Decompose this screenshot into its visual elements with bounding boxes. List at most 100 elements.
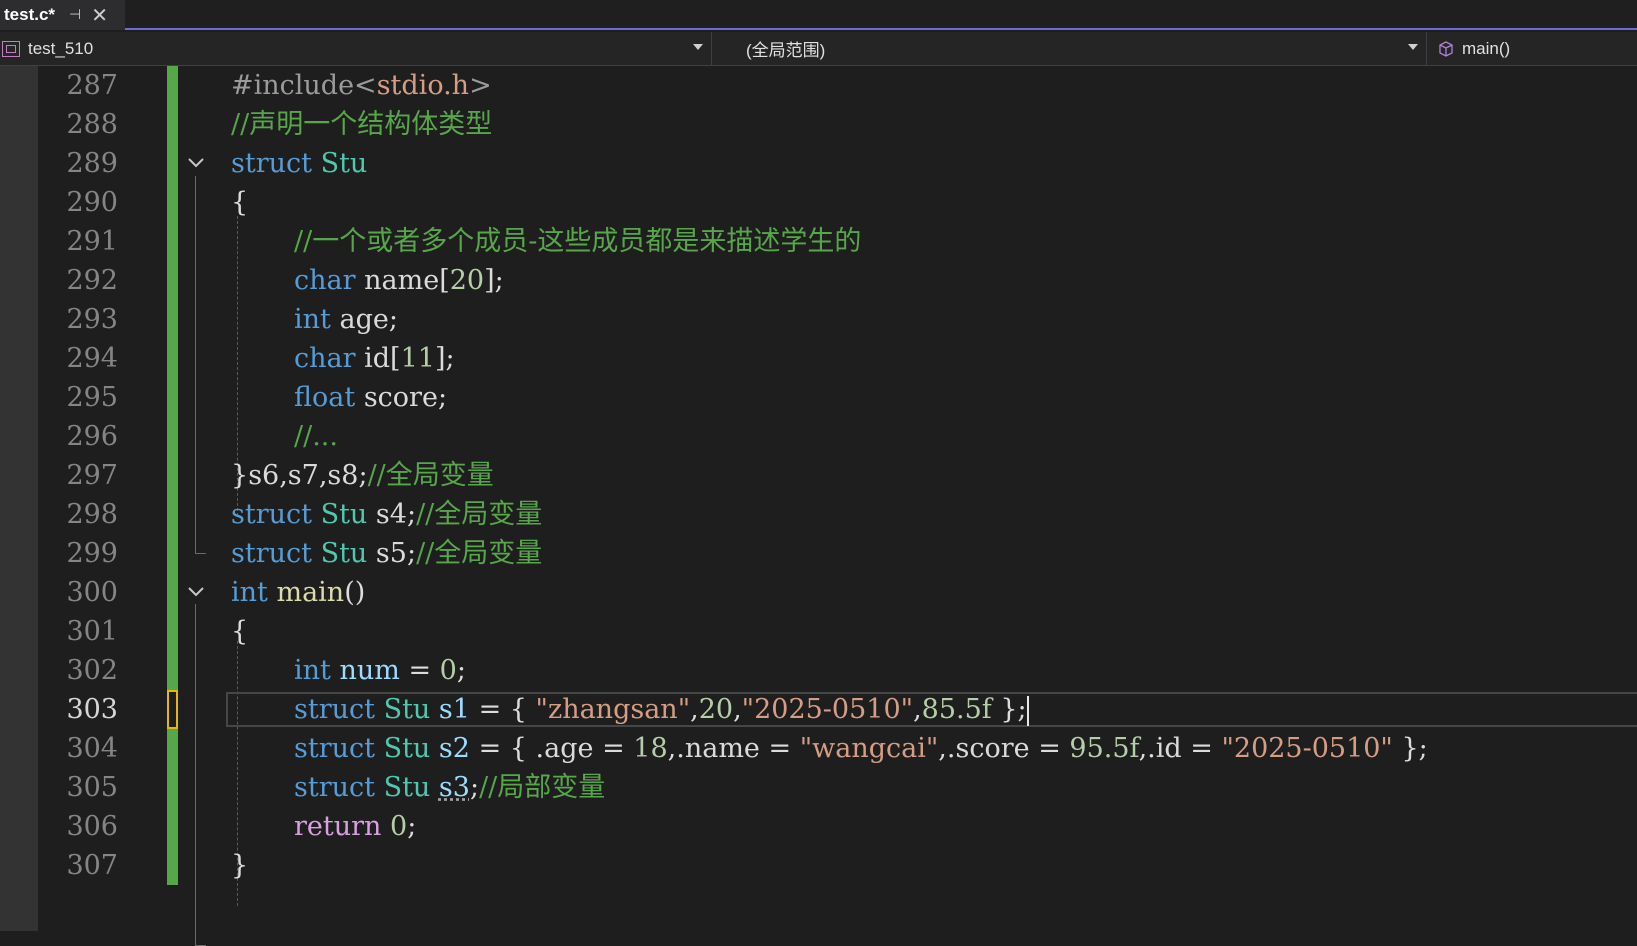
- code-text: float score;: [294, 378, 447, 417]
- code-line: 295 float score;: [0, 378, 1637, 417]
- line-number: 305: [38, 768, 118, 807]
- member-dropdown[interactable]: main(): [1428, 32, 1637, 65]
- code-line: 288 //声明一个结构体类型: [0, 105, 1637, 144]
- line-number: 287: [38, 66, 118, 105]
- function-cube-icon: [1438, 41, 1454, 57]
- project-dropdown[interactable]: test_510: [0, 32, 712, 65]
- close-tab-icon[interactable]: ✕: [91, 5, 108, 25]
- project-icon: [2, 41, 20, 57]
- change-marker: [167, 807, 178, 846]
- code-line: 301 {: [0, 612, 1637, 651]
- code-text: int num = 0;: [294, 651, 466, 690]
- code-line: 305 struct Stu s3;//局部变量: [0, 768, 1637, 807]
- code-text: {: [231, 183, 248, 222]
- line-number: 302: [38, 651, 118, 690]
- text-caret: [1027, 696, 1029, 726]
- code-text: return 0;: [294, 807, 416, 846]
- line-number: 297: [38, 456, 118, 495]
- code-line: 299 struct Stu s5;//全局变量: [0, 534, 1637, 573]
- code-comment: //一个或者多个成员-这些成员都是来描述学生的: [294, 222, 861, 261]
- code-comment: //声明一个结构体类型: [231, 105, 492, 144]
- code-line: 306 return 0;: [0, 807, 1637, 846]
- change-marker: [167, 651, 178, 690]
- code-line: 307 }: [0, 846, 1637, 885]
- line-number: 296: [38, 417, 118, 456]
- change-marker: [167, 534, 178, 573]
- project-name: test_510: [28, 39, 93, 59]
- change-marker: [167, 66, 178, 105]
- change-marker: [167, 729, 178, 768]
- tab-test-c[interactable]: test.c* ⊣ ✕: [0, 0, 125, 30]
- chevron-down-icon: [1408, 44, 1418, 50]
- collapse-chevron-icon[interactable]: [186, 153, 206, 173]
- change-marker: [167, 222, 178, 261]
- change-marker: [167, 846, 178, 885]
- code-line: 289 struct Stu: [0, 144, 1637, 183]
- code-text: char name[20];: [294, 261, 504, 300]
- code-text: struct Stu s1 = { "zhangsan",20,"2025-05…: [294, 690, 1029, 729]
- line-number: 299: [38, 534, 118, 573]
- code-line: 298 struct Stu s4;//全局变量: [0, 495, 1637, 534]
- change-marker: [167, 300, 178, 339]
- code-line: 293 int age;: [0, 300, 1637, 339]
- chevron-down-icon: [693, 44, 703, 50]
- tab-bar: test.c* ⊣ ✕: [0, 0, 1637, 30]
- code-text: struct Stu s5;//全局变量: [231, 534, 542, 573]
- code-line: 291 //一个或者多个成员-这些成员都是来描述学生的: [0, 222, 1637, 261]
- scope-name: (全局范围): [746, 36, 825, 61]
- change-marker: [167, 768, 178, 807]
- line-number: 298: [38, 495, 118, 534]
- change-marker: [167, 612, 178, 651]
- code-text: struct Stu s2 = { .age = 18,.name = "wan…: [294, 729, 1428, 768]
- line-number: 303: [38, 690, 118, 729]
- line-number: 290: [38, 183, 118, 222]
- code-text: {: [231, 612, 248, 651]
- current-code-line: 303 struct Stu s1 = { "zhangsan",20,"202…: [0, 690, 1637, 729]
- line-number: 294: [38, 339, 118, 378]
- code-line: 287 #include<stdio.h>: [0, 66, 1637, 105]
- change-marker: [167, 456, 178, 495]
- change-marker: [167, 105, 178, 144]
- code-comment: //...: [294, 417, 338, 456]
- code-line: 297 }s6,s7,s8;//全局变量: [0, 456, 1637, 495]
- line-number: 300: [38, 573, 118, 612]
- navigation-bar: test_510 (全局范围) main(): [0, 32, 1637, 66]
- code-text: char id[11];: [294, 339, 455, 378]
- code-text: struct Stu s4;//全局变量: [231, 495, 542, 534]
- code-text: struct Stu: [231, 144, 367, 183]
- change-marker: [167, 573, 178, 612]
- code-line: 292 char name[20];: [0, 261, 1637, 300]
- change-marker: [167, 339, 178, 378]
- code-text: }: [231, 846, 248, 885]
- code-text: int main(): [231, 573, 365, 612]
- change-marker: [167, 261, 178, 300]
- line-number: 288: [38, 105, 118, 144]
- change-marker: [167, 417, 178, 456]
- code-text: }s6,s7,s8;//全局变量: [231, 456, 494, 495]
- change-marker: [167, 378, 178, 417]
- change-marker: [167, 144, 178, 183]
- line-number: 295: [38, 378, 118, 417]
- change-marker: [167, 495, 178, 534]
- tab-title: test.c*: [4, 5, 55, 25]
- line-number: 307: [38, 846, 118, 885]
- code-line: 296 //...: [0, 417, 1637, 456]
- scope-dropdown[interactable]: (全局范围): [713, 32, 1427, 65]
- line-number: 293: [38, 300, 118, 339]
- line-number: 289: [38, 144, 118, 183]
- code-editor[interactable]: 287 #include<stdio.h> 288 //声明一个结构体类型 28…: [0, 66, 1637, 931]
- line-number: 292: [38, 261, 118, 300]
- code-text: struct Stu s3;//局部变量: [294, 768, 605, 807]
- caret-line-marker: [167, 690, 178, 729]
- code-text: #include<stdio.h>: [231, 66, 492, 105]
- collapse-chevron-icon[interactable]: [186, 582, 206, 602]
- code-line: 290 {: [0, 183, 1637, 222]
- pin-icon[interactable]: ⊣: [69, 7, 81, 23]
- member-name: main(): [1462, 39, 1510, 59]
- code-line: 294 char id[11];: [0, 339, 1637, 378]
- code-text: int age;: [294, 300, 398, 339]
- change-marker: [167, 183, 178, 222]
- line-number: 304: [38, 729, 118, 768]
- code-line: 302 int num = 0;: [0, 651, 1637, 690]
- code-line: 300 int main(): [0, 573, 1637, 612]
